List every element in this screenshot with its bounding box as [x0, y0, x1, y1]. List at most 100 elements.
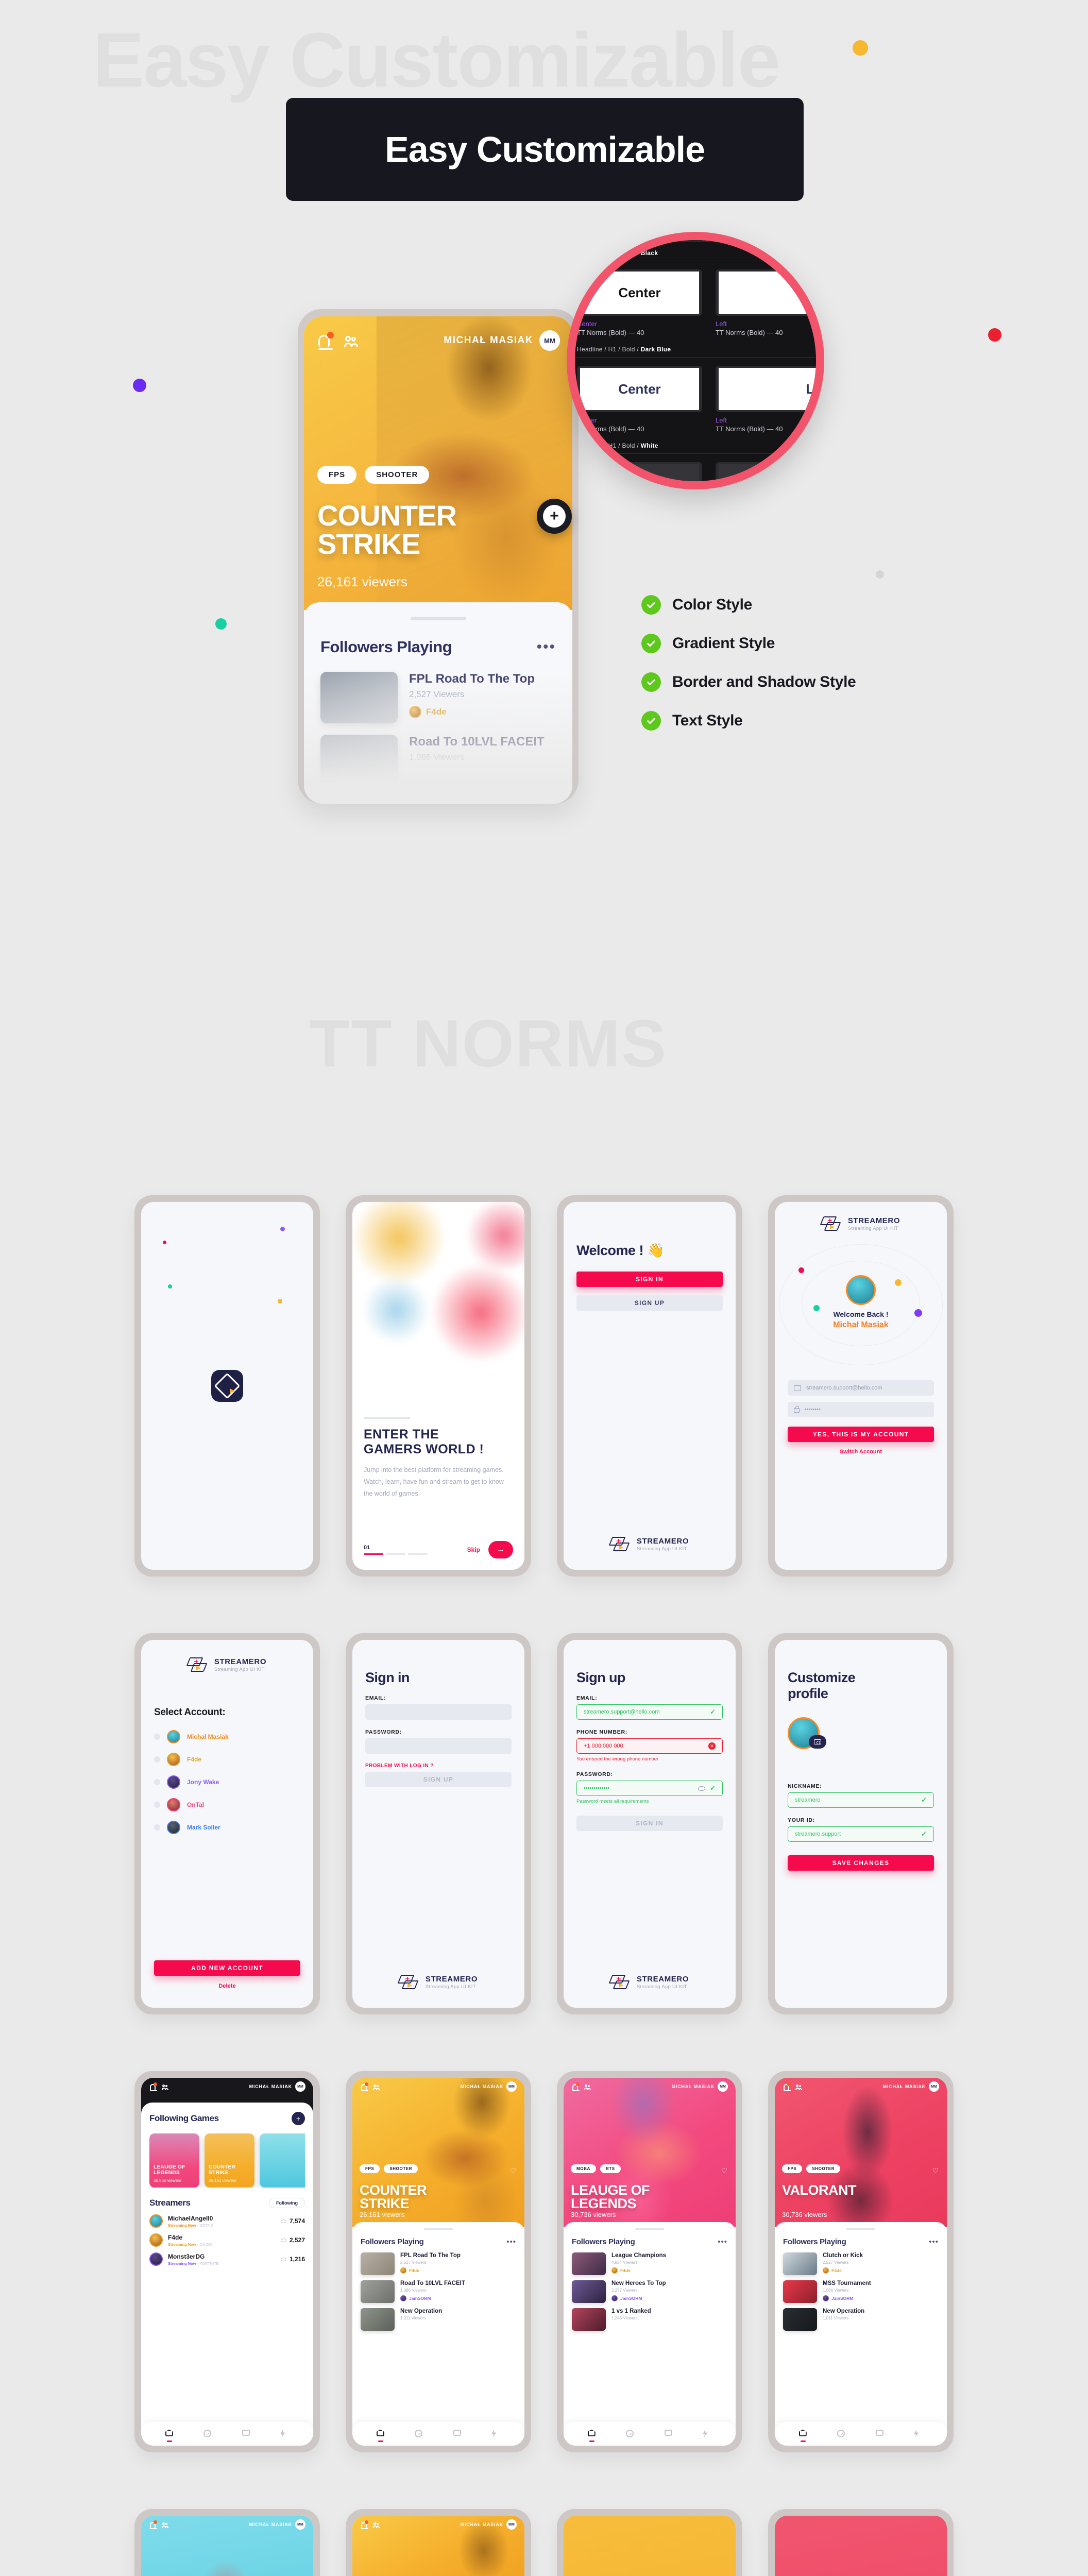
tag[interactable]: RTS — [600, 2164, 621, 2173]
screen-game-yellow[interactable] — [557, 2509, 742, 2576]
nickname-input[interactable]: streamero ✓ — [788, 1792, 934, 1808]
tv-icon[interactable] — [875, 2429, 885, 2438]
friends-icon[interactable] — [584, 2082, 592, 2091]
tag[interactable]: SHOOTER — [384, 2164, 418, 2173]
tag-shooter[interactable]: SHOOTER — [365, 466, 430, 484]
list-item[interactable]: FPL Road To The Top 2,527 Viewers F4de — [361, 2252, 516, 2275]
delete-link[interactable]: Delete — [141, 1983, 313, 1989]
favorite-heart-icon[interactable]: ♡ — [721, 2166, 727, 2175]
home-icon[interactable] — [376, 2429, 385, 2442]
skip-button[interactable]: Skip — [467, 1546, 480, 1553]
progress-bars[interactable] — [364, 1553, 428, 1555]
avatar[interactable]: MM — [295, 2081, 305, 2092]
tv-icon[interactable] — [664, 2429, 673, 2438]
friends-icon[interactable] — [372, 2082, 381, 2091]
list-item[interactable]: F4de Streaming Now - CS:GO 2,527 — [149, 2233, 305, 2247]
compass-icon[interactable] — [203, 2429, 212, 2438]
style-card[interactable]: Center Center TT Norms (Bold) — 40 — [577, 269, 702, 336]
notification-bell-icon[interactable] — [571, 2082, 580, 2091]
list-item[interactable]: Road To 10LVL FACEIT 1,086 Viewers JainSOR… — [361, 2280, 516, 2303]
eye-icon[interactable] — [698, 1786, 706, 1791]
radio-button[interactable] — [154, 1824, 160, 1831]
switch-account-link[interactable]: Switch Account — [775, 1449, 947, 1455]
style-card[interactable]: Center Center TT Norms (Bold) — 40 — [577, 462, 702, 481]
notification-bell-icon[interactable] — [316, 332, 334, 350]
bolt-icon[interactable] — [280, 2429, 289, 2438]
list-item[interactable]: Mark Soller — [141, 1816, 313, 1839]
camera-icon[interactable] — [809, 1735, 826, 1749]
notification-bell-icon[interactable] — [360, 2082, 368, 2091]
avatar[interactable]: MM — [539, 330, 560, 351]
list-item[interactable]: 1 vs 1 Ranked 1,243 Viewers — [572, 2308, 727, 2331]
screen-game-valorant[interactable]: MICHAŁ MASIAK MM FPS SHOOTER ♡ VALORANT 30… — [768, 2071, 954, 2452]
password-input[interactable] — [365, 1738, 512, 1754]
list-item[interactable]: MSS Tournament 1,086 Viewers JainSORM — [783, 2280, 939, 2303]
game-card[interactable] — [260, 2133, 305, 2188]
sheet-grabber[interactable] — [410, 617, 466, 620]
radio-button[interactable] — [154, 1779, 160, 1785]
tag[interactable]: FPS — [360, 2164, 380, 2173]
screen-onboarding[interactable]: ENTER THE GAMERS WORLD ! Jump into the be… — [346, 1195, 531, 1577]
add-new-account-button[interactable]: ADD NEW ACCOUNT — [154, 1960, 300, 1976]
notification-bell-icon[interactable] — [149, 2520, 157, 2529]
following-filter-pill[interactable]: Following — [269, 2198, 305, 2208]
password-input[interactable]: ••••••••••••• ✓ — [576, 1781, 723, 1797]
screen-welcome-back[interactable]: STREAMERO Streaming App UI KIT Welcome Ba… — [768, 1195, 954, 1577]
your-id-input[interactable]: streamero.support ✓ — [788, 1826, 934, 1842]
list-item[interactable]: New Operation 1,011 Viewers — [783, 2308, 939, 2331]
avatar[interactable]: MM — [718, 2081, 728, 2092]
email-field[interactable]: streamero.support@hello.com — [788, 1380, 934, 1396]
screen-sign-up[interactable]: Sign up EMAIL: streamero.support@hello.c… — [557, 1633, 742, 2014]
tag[interactable]: MOBA — [571, 2164, 596, 2173]
screen-game-red[interactable] — [768, 2509, 954, 2576]
screen-customize-profile[interactable]: Customize profile NICKNAME: streamero ✓ YO… — [768, 1633, 954, 2014]
phone-input[interactable]: +1 000 000 000 ✕ — [576, 1738, 723, 1754]
style-card[interactable]: Left Left TT Norms (Bold) — 40 — [716, 269, 816, 336]
list-item[interactable]: New Operation 1,011 Viewers — [361, 2308, 516, 2331]
compass-icon[interactable] — [626, 2429, 635, 2438]
list-item[interactable]: OnTal — [141, 1793, 313, 1816]
screen-game-counter-strike[interactable]: MICHAŁ MASIAK MM FPS SHOOTER ♡ COUNTER STRI… — [346, 2071, 531, 2452]
friends-icon[interactable] — [161, 2082, 169, 2091]
tv-icon[interactable] — [453, 2429, 462, 2438]
radio-button[interactable] — [154, 1756, 160, 1762]
favorite-heart-icon[interactable]: ♡ — [932, 2166, 939, 2175]
friends-icon[interactable] — [343, 332, 361, 349]
email-input[interactable] — [365, 1704, 512, 1720]
home-icon[interactable] — [165, 2429, 174, 2442]
game-card-carousel[interactable]: LEAUGE OF LEGENDS 30,865 viewers COUNTER ST… — [149, 2133, 305, 2188]
add-plus-button[interactable]: + — [537, 499, 572, 534]
sheet-grabber[interactable] — [424, 2228, 453, 2230]
game-card[interactable]: LEAUGE OF LEGENDS 30,865 viewers — [149, 2133, 199, 2188]
screen-game-counter-strike-alt[interactable]: MICHAŁ MASIAKMM Followers Playing••• FPL… — [346, 2509, 531, 2576]
radio-button[interactable] — [154, 1734, 160, 1740]
bottom-navigation[interactable] — [775, 2422, 947, 2446]
bolt-icon[interactable] — [491, 2429, 500, 2438]
tag[interactable]: FPS — [782, 2164, 803, 2173]
tv-icon[interactable] — [242, 2429, 251, 2438]
radio-button[interactable] — [154, 1802, 160, 1808]
avatar[interactable]: MM — [295, 2519, 305, 2530]
home-icon[interactable] — [587, 2429, 597, 2442]
password-field[interactable]: •••••••• — [788, 1402, 934, 1417]
email-input[interactable]: streamero.support@hello.com ✓ — [576, 1704, 723, 1720]
friends-icon[interactable] — [161, 2520, 169, 2529]
submit-button[interactable]: SIGN UP — [365, 1772, 512, 1788]
screen-following-games[interactable]: MICHAŁ MASIAK MM Following Games + LEAUGE… — [134, 2071, 320, 2452]
avatar[interactable]: MM — [506, 2081, 517, 2092]
list-item[interactable]: Monst3erDG Streaming Now - FORTNITE 1,21… — [149, 2252, 305, 2266]
tag[interactable]: SHOOTER — [806, 2164, 841, 2173]
avatar[interactable]: MM — [929, 2081, 939, 2092]
screen-select-account[interactable]: STREAMERO Streaming App UI KIT Select Acc… — [134, 1633, 320, 2014]
notification-bell-icon[interactable] — [783, 2082, 791, 2091]
sheet-grabber[interactable] — [635, 2228, 664, 2230]
style-card[interactable]: Left Left TT Norms (Bold) — 40 — [716, 462, 816, 481]
problem-login-link[interactable]: PROBLEM WITH LOG IN ? — [352, 1754, 524, 1772]
list-item[interactable]: MichaelAngell0 Streaming Now - DOTA 2 7,… — [149, 2214, 305, 2228]
confirm-account-button[interactable]: YES, THIS IS MY ACCOUNT — [788, 1427, 934, 1442]
tag-fps[interactable]: FPS — [317, 466, 357, 484]
bottom-navigation[interactable] — [564, 2422, 736, 2446]
bolt-icon[interactable] — [703, 2429, 711, 2438]
bottom-navigation[interactable] — [141, 2422, 313, 2446]
home-icon[interactable] — [798, 2429, 808, 2442]
